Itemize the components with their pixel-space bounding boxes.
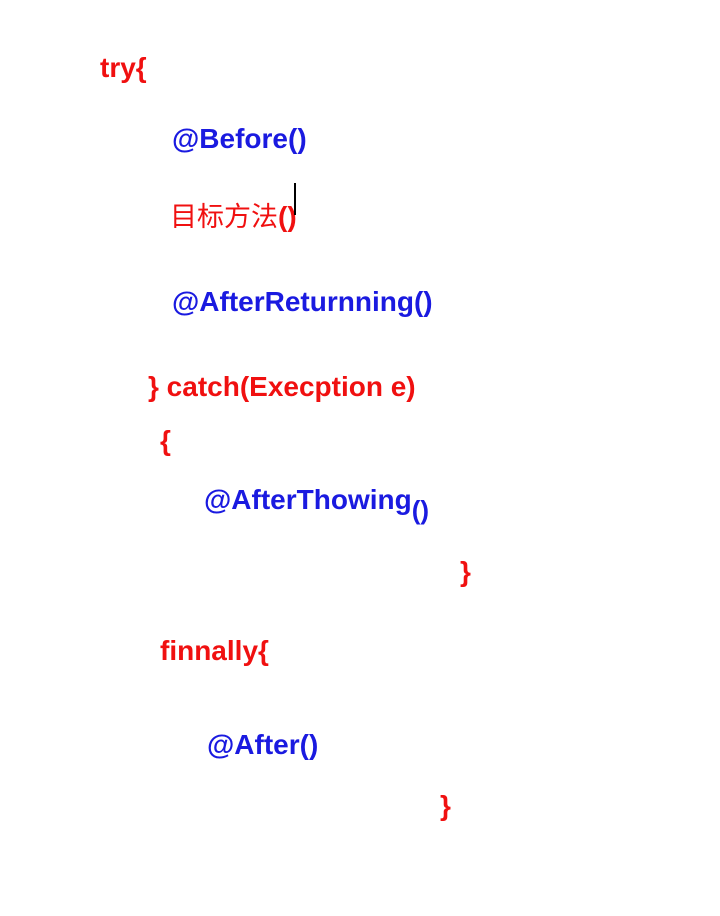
after-throwing-annotation: @AfterThowing — [204, 484, 412, 515]
catch-line: } catch(Execption e) — [148, 371, 416, 402]
target-method-name: 目标方法 — [170, 202, 278, 233]
after-annotation: @After() — [207, 729, 319, 760]
before-annotation: @Before() — [172, 123, 307, 154]
after-throwing-line: @AfterThowing() — [204, 484, 429, 525]
catch-brace-close: } — [460, 556, 471, 587]
finally-open: finnally{ — [160, 635, 269, 666]
target-method-line: 目标方法() — [170, 201, 297, 233]
text-cursor — [294, 183, 296, 215]
catch-brace-open: { — [160, 425, 171, 456]
after-returning-annotation: @AfterReturnning() — [172, 286, 433, 317]
finally-close: } — [440, 790, 451, 821]
try-open: try{ — [100, 52, 147, 83]
after-throwing-parens: () — [411, 495, 430, 525]
